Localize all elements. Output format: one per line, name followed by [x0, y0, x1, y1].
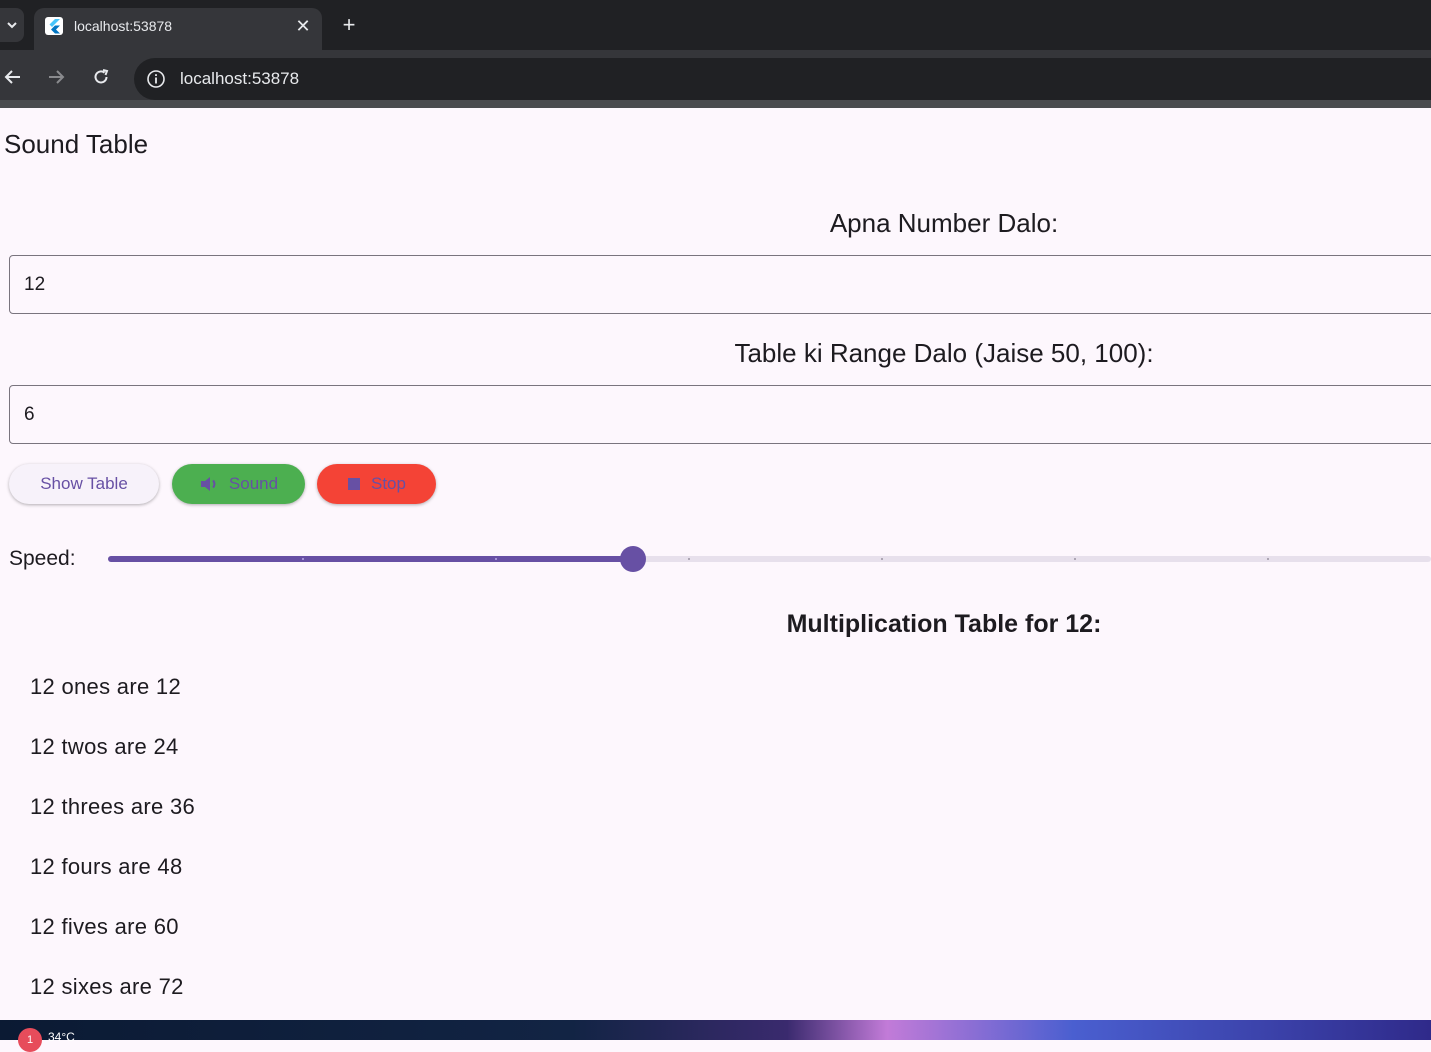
new-tab-icon[interactable]: + — [337, 13, 361, 37]
slider-tick — [1267, 558, 1269, 560]
weather-badge[interactable]: 1 — [18, 1028, 42, 1052]
close-tab-icon[interactable]: ✕ — [292, 15, 314, 37]
table-row: 12 fives are 60 — [30, 914, 179, 939]
slider-tick — [881, 558, 883, 560]
temperature: 34°C — [48, 1030, 75, 1044]
sound-button[interactable]: Sound — [172, 464, 305, 504]
tab-search-button[interactable] — [0, 8, 24, 42]
speed-label: Speed: — [9, 547, 76, 570]
app-title: Sound Table — [4, 129, 149, 159]
info-icon[interactable] — [146, 69, 166, 89]
table-row: 12 twos are 24 — [30, 734, 179, 759]
table-title: Multiplication Table for 12: — [786, 610, 1102, 638]
show-table-button[interactable]: Show Table — [9, 464, 159, 504]
address-bar[interactable]: localhost:53878 — [134, 58, 1431, 100]
range-label: Table ki Range Dalo (Jaise 50, 100): — [734, 338, 1154, 368]
range-input[interactable] — [24, 386, 1424, 443]
range-field[interactable] — [9, 385, 1431, 444]
table-row: 12 fours are 48 — [30, 854, 183, 879]
stop-button[interactable]: Stop — [317, 464, 436, 504]
stop-icon — [347, 477, 361, 491]
number-input[interactable] — [24, 256, 1424, 313]
forward-icon[interactable] — [43, 64, 69, 90]
show-table-label: Show Table — [40, 474, 128, 493]
browser-tab-strip: localhost:53878 ✕ + — [0, 0, 1431, 50]
speed-slider[interactable] — [108, 544, 1431, 574]
slider-thumb[interactable] — [619, 546, 646, 572]
url-text: localhost:53878 — [180, 69, 300, 88]
number-label: Apna Number Dalo: — [829, 208, 1059, 238]
flutter-icon — [45, 17, 63, 35]
stop-label: Stop — [371, 474, 406, 493]
table-rows: 12 ones are 12 12 twos are 24 12 threes … — [30, 671, 195, 1031]
volume-icon — [199, 475, 219, 493]
slider-tick — [495, 558, 497, 560]
back-icon[interactable] — [0, 64, 26, 90]
app-body: Sound Table Apna Number Dalo: Table ki R… — [0, 108, 1431, 1020]
table-row: 12 ones are 12 — [30, 674, 181, 699]
toolbar-divider — [0, 100, 1431, 108]
chevron-down-icon — [7, 22, 17, 29]
table-row: 12 threes are 36 — [30, 794, 196, 819]
slider-tick — [688, 558, 690, 560]
slider-active-track — [108, 556, 633, 562]
slider-tick — [1074, 558, 1076, 560]
sound-label: Sound — [228, 474, 279, 493]
browser-tab[interactable]: localhost:53878 ✕ — [34, 8, 322, 50]
os-taskbar: 1 34°C — [0, 1020, 1431, 1052]
number-field[interactable] — [9, 255, 1431, 314]
tab-title: localhost:53878 — [74, 18, 173, 34]
reload-icon[interactable] — [88, 64, 114, 90]
slider-tick — [302, 558, 304, 560]
